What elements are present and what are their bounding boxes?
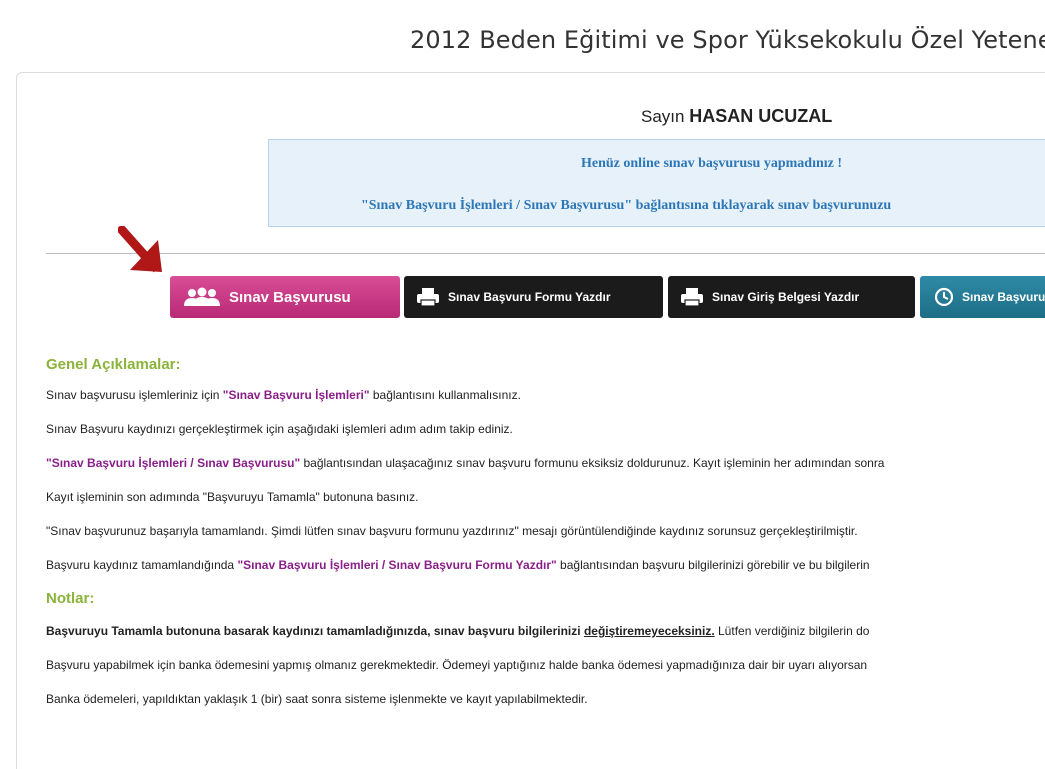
- notice-box: Henüz online sınav başvurusu yapmadınız …: [268, 139, 1045, 227]
- print-entry-document-label: Sınav Giriş Belgesi Yazdır: [712, 290, 860, 304]
- text: bağlantısını kullanmalısınız.: [369, 388, 521, 402]
- users-icon: [183, 287, 221, 307]
- general-paragraph-6: Başvuru kaydınız tamamlandığında "Sınav …: [46, 558, 870, 572]
- clock-icon: [934, 287, 954, 307]
- greeting-prefix: Sayın: [641, 107, 685, 126]
- general-paragraph-2: Sınav Başvuru kaydınızı gerçekleştirmek …: [46, 422, 513, 436]
- print-entry-document-button[interactable]: Sınav Giriş Belgesi Yazdır: [668, 276, 915, 318]
- printer-icon: [416, 287, 440, 307]
- user-name: HASAN UCUZAL: [689, 106, 833, 126]
- red-arrow-icon: [118, 226, 162, 273]
- exam-application-status-button[interactable]: Sınav Başvurusu: [920, 276, 1045, 318]
- print-application-form-button[interactable]: Sınav Başvuru Formu Yazdır: [404, 276, 663, 318]
- cannot-change-emphasis: değiştiremeyeceksiniz.: [583, 624, 715, 638]
- notes-section-title: Notlar:: [46, 590, 95, 607]
- text: bağlantısından ulaşacağınız sınav başvur…: [300, 456, 885, 470]
- general-paragraph-1: Sınav başvurusu işlemleriniz için "Sınav…: [46, 388, 521, 402]
- general-paragraph-5: "Sınav başvurunuz başarıyla tamamlandı. …: [46, 524, 858, 538]
- exam-application-status-label: Sınav Başvurusu: [962, 290, 1045, 304]
- apply-exam-button[interactable]: Sınav Başvurusu: [170, 276, 400, 318]
- text: Sınav başvurusu işlemleriniz için: [46, 388, 223, 402]
- text: bağlantısından başvuru bilgilerinizi gör…: [556, 558, 870, 572]
- note-3: Banka ödemeleri, yapıldıktan yaklaşık 1 …: [46, 692, 588, 706]
- exam-application-link-text: "Sınav Başvuru İşlemleri / Sınav Başvuru…: [46, 456, 301, 470]
- printer-icon: [680, 287, 704, 307]
- greeting: Sayın HASAN UCUZAL: [641, 106, 832, 127]
- general-paragraph-3: "Sınav Başvuru İşlemleri / Sınav Başvuru…: [46, 456, 884, 470]
- text: Başvuruyu Tamamla butonuna basarak kaydı…: [46, 624, 584, 638]
- notice-instruction: "Sınav Başvuru İşlemleri / Sınav Başvuru…: [361, 198, 892, 213]
- notice-message: Henüz online sınav başvurusu yapmadınız …: [581, 156, 843, 171]
- apply-exam-label: Sınav Başvurusu: [229, 288, 351, 306]
- general-paragraph-4: Kayıt işleminin son adımında "Başvuruyu …: [46, 490, 419, 504]
- general-section-title: Genel Açıklamalar:: [46, 356, 181, 373]
- text: Başvuru kaydınız tamamlandığında: [46, 558, 238, 572]
- text: Lütfen verdiğiniz bilgilerin do: [714, 624, 870, 638]
- note-1: Başvuruyu Tamamla butonuna basarak kaydı…: [46, 624, 869, 638]
- page-title: 2012 Beden Eğitimi ve Spor Yüksekokulu Ö…: [410, 26, 1045, 54]
- divider: [46, 253, 1045, 254]
- print-form-link-text: "Sınav Başvuru İşlemleri / Sınav Başvuru…: [237, 558, 557, 572]
- note-2: Başvuru yapabilmek için banka ödemesini …: [46, 658, 868, 672]
- exam-operations-link-text: "Sınav Başvuru İşlemleri": [222, 388, 370, 402]
- print-application-form-label: Sınav Başvuru Formu Yazdır: [448, 290, 611, 304]
